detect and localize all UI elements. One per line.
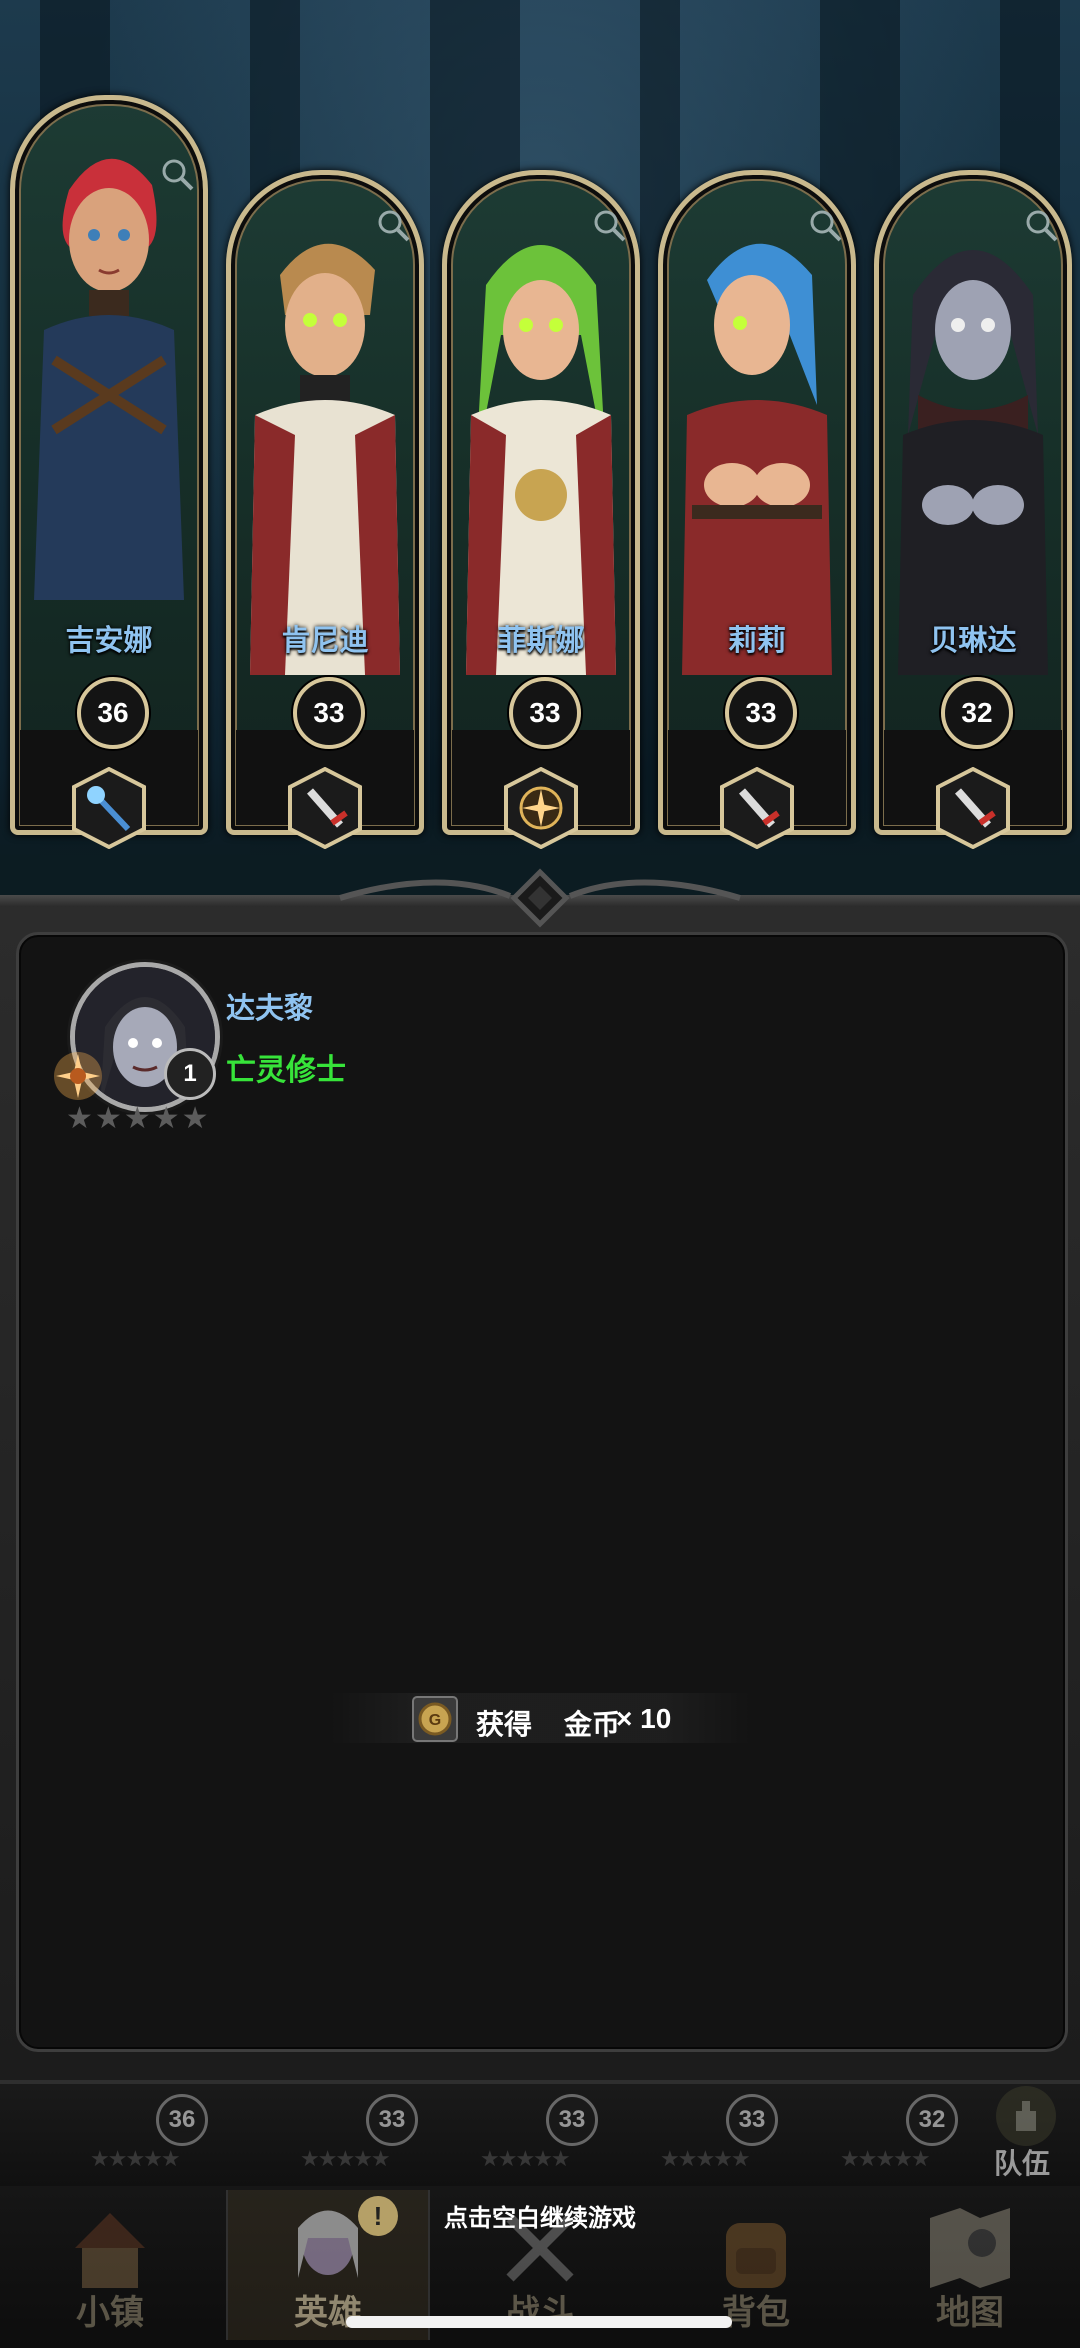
selected-hero-class: 亡灵修士 [226, 1054, 346, 1087]
hero-card-3[interactable]: 菲斯娜 33 [442, 170, 640, 849]
team-slot-level: 33 [366, 2094, 418, 2146]
star-icon: ★ [94, 1102, 122, 1135]
star-icon: ★ [152, 1102, 180, 1135]
team-button-label[interactable]: 队伍 [994, 2142, 1050, 2182]
star-rating: ★★★★★ [840, 2146, 931, 2171]
star-icon: ★ [123, 1102, 151, 1135]
toast-item-name: 金币 [564, 1709, 621, 1740]
hero-level-badge: 33 [509, 677, 581, 749]
toast-label: 获得 [476, 1709, 533, 1740]
magnify-icon[interactable] [1024, 208, 1058, 242]
holy-emblem-icon [504, 767, 578, 849]
star-rating: ★★★★★ [90, 2146, 181, 2171]
hero-name: 肯尼迪 [281, 625, 369, 657]
holy-class-icon [54, 1052, 102, 1100]
nav-label: 地图 [936, 2294, 1004, 2332]
team-slot-level: 36 [156, 2094, 208, 2146]
coin-icon: G [412, 1696, 458, 1742]
selected-hero-name: 达夫黎 [226, 993, 314, 1025]
hero-card-2[interactable]: 肯尼迪 33 [226, 170, 424, 849]
home-indicator[interactable] [346, 2316, 732, 2328]
star-rating: ★★★★★ [480, 2146, 571, 2171]
star-rating: ★ ★ ★ ★ ★ [66, 1104, 209, 1134]
magnify-icon[interactable] [376, 208, 410, 242]
team-slot-1[interactable]: 36 ★★★★★ [60, 2088, 230, 2178]
sword-icon [288, 767, 362, 849]
team-slot-2[interactable]: 33 ★★★★★ [270, 2088, 440, 2178]
continue-hint: 点击空白继续游戏 [444, 2205, 636, 2232]
hero-portrait [23, 130, 195, 760]
hero-name: 菲斯娜 [497, 625, 585, 657]
magnify-icon[interactable] [592, 208, 626, 242]
team-slot-level: 33 [726, 2094, 778, 2146]
sword-icon [936, 767, 1010, 849]
ornament-divider [339, 868, 741, 928]
star-icon: ★ [66, 1102, 93, 1135]
staff-icon [72, 767, 146, 849]
hero-card-1[interactable]: 吉安娜 36 [10, 95, 208, 849]
magnify-icon[interactable] [808, 208, 842, 242]
team-slot-level: 33 [546, 2094, 598, 2146]
hero-level-badge: 36 [77, 677, 149, 749]
team-slot-level: 32 [906, 2094, 958, 2146]
hero-name: 莉莉 [727, 625, 786, 657]
sword-icon [720, 767, 794, 849]
hero-level-badge: 33 [725, 677, 797, 749]
team-slot-4[interactable]: 33 ★★★★★ [630, 2088, 800, 2178]
reward-toast [330, 1693, 750, 1743]
star-rating: ★★★★★ [300, 2146, 391, 2171]
hero-card-4[interactable]: 莉莉 33 [658, 170, 856, 849]
hero-card-5[interactable]: 贝琳达 32 [874, 170, 1072, 849]
hero-level-badge: 32 [941, 677, 1013, 749]
star-rating: ★★★★★ [660, 2146, 751, 2171]
team-slot-5[interactable]: 32 ★★★★★ [810, 2088, 980, 2178]
magnify-icon[interactable] [160, 157, 194, 191]
hero-level-badge: 33 [293, 677, 365, 749]
nav-label: 小镇 [76, 2294, 144, 2332]
svg-text:G: G [429, 1712, 441, 1729]
avatar-level-badge: 1 [164, 1048, 216, 1100]
team-slot-3[interactable]: 33 ★★★★★ [450, 2088, 620, 2178]
toast-count: × 10 [616, 1703, 672, 1734]
hero-name: 贝琳达 [929, 625, 1017, 657]
hero-name: 吉安娜 [65, 625, 153, 657]
star-icon: ★ [181, 1102, 209, 1135]
